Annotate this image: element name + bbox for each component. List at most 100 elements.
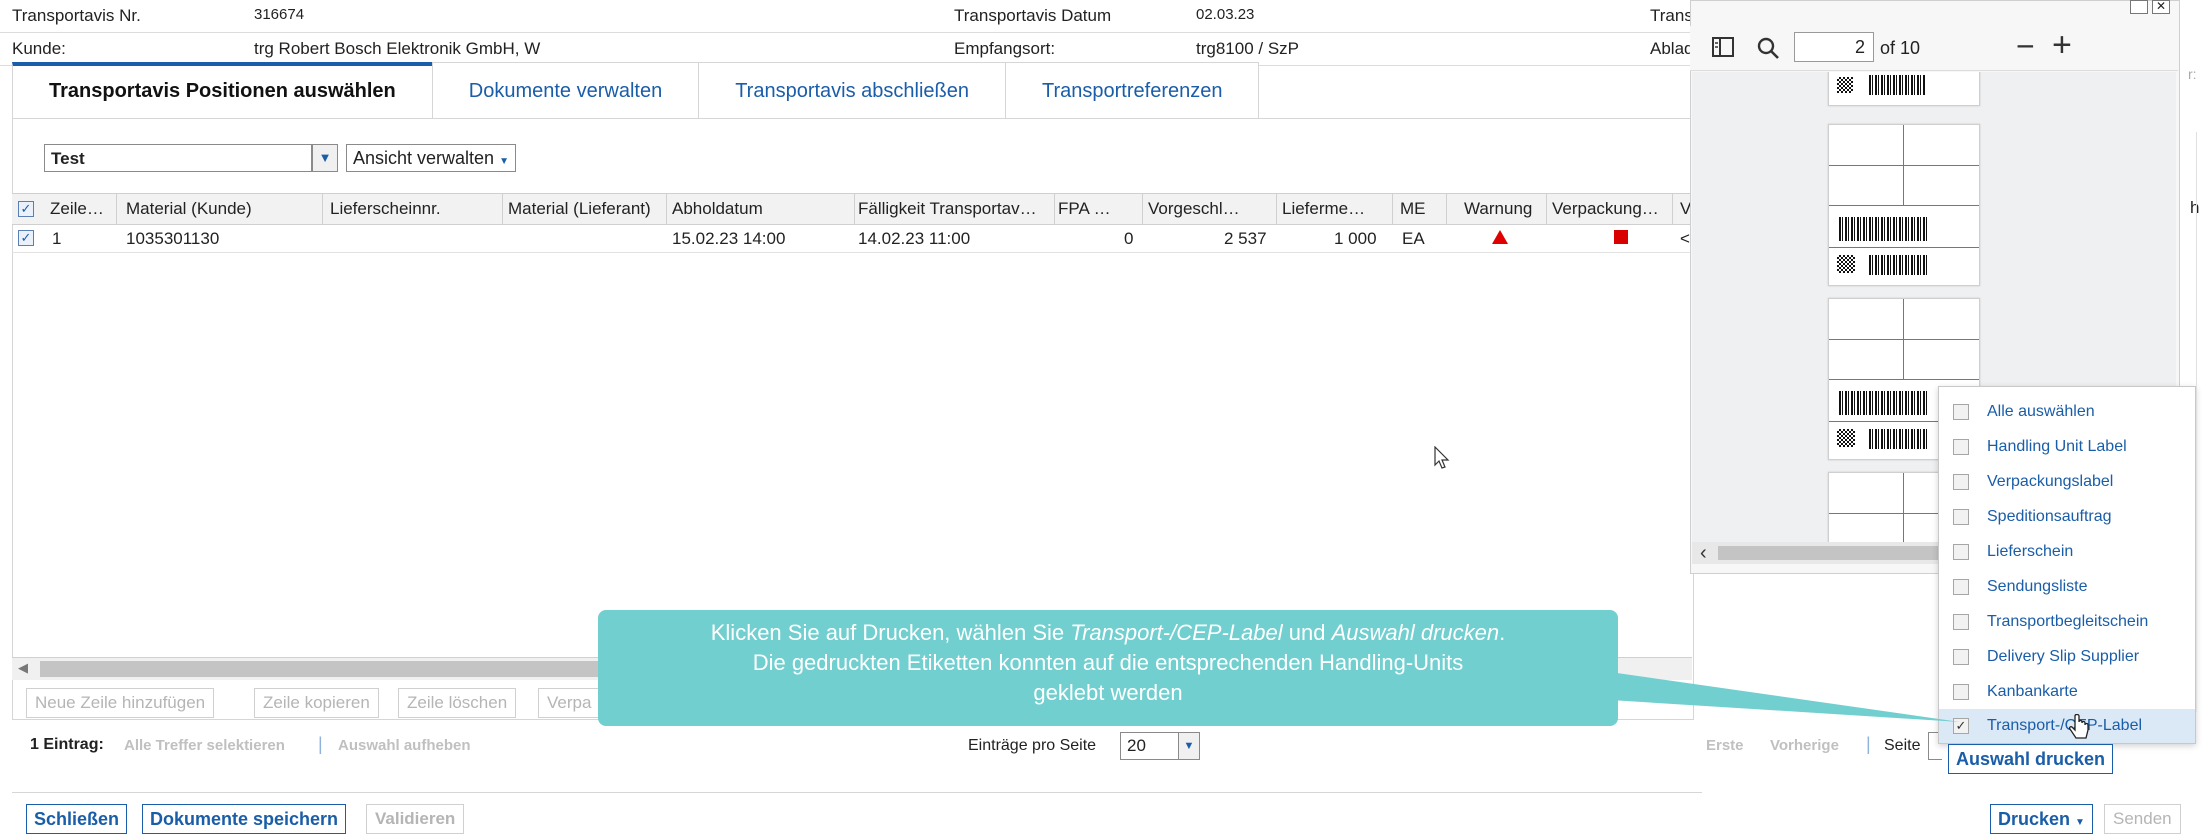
barcode: [1869, 255, 1929, 275]
variant-dropdown-button[interactable]: ▼: [312, 144, 338, 172]
deselect-link[interactable]: Auswahl aufheben: [338, 737, 471, 754]
col-separator: [1446, 194, 1447, 224]
tab-dokumente[interactable]: Dokumente verwalten: [431, 62, 700, 118]
window-close-icon[interactable]: ✕: [2152, 0, 2170, 14]
scroll-left-icon[interactable]: ◀: [18, 660, 28, 676]
col-faelligkeit[interactable]: Fälligkeit Transportav…: [858, 199, 1037, 219]
pdf-toolbar: 2 of 10 − +: [1690, 26, 2178, 71]
callout-pointer: [1610, 672, 1960, 722]
zoom-out-icon[interactable]: −: [2016, 28, 2035, 65]
menu-checkbox[interactable]: [1953, 614, 1969, 630]
menu-checkbox[interactable]: [1953, 509, 1969, 525]
table-header: ✓ Zeile… Material (Kunde) Lieferscheinnr…: [12, 193, 1702, 225]
menu-item-lieferschein[interactable]: Lieferschein: [1939, 535, 2195, 569]
caret-down-icon: ▼: [499, 156, 509, 167]
delete-row-button[interactable]: Zeile löschen: [398, 688, 517, 718]
label-page-thumbnail: [1828, 124, 1980, 286]
menu-checkbox[interactable]: [1953, 439, 1969, 455]
window-maximize-icon[interactable]: [2130, 0, 2148, 14]
print-selection-button[interactable]: Auswahl drucken: [1948, 744, 2114, 774]
right-scrollbar-strip: [2196, 132, 2206, 712]
col-zeile[interactable]: Zeile…: [50, 199, 104, 219]
hand-cursor-icon: [2068, 714, 2089, 739]
col-liefermenge[interactable]: Lieferme…: [1282, 199, 1365, 219]
menu-checkbox[interactable]: [1953, 404, 1969, 420]
scroll-left-icon[interactable]: ‹: [1700, 542, 1707, 565]
barcode: [1869, 429, 1929, 449]
row-checkbox[interactable]: ✓: [18, 230, 34, 246]
view-manage-button[interactable]: Ansicht verwalten ▼: [346, 144, 516, 172]
menu-checkbox[interactable]: [1953, 544, 1969, 560]
col-separator: [666, 194, 667, 224]
col-warnung[interactable]: Warnung: [1464, 199, 1532, 219]
packaging-button[interactable]: Verpa: [538, 688, 601, 718]
menu-item-kanbankarte[interactable]: Kanbankarte: [1939, 675, 2195, 709]
search-icon[interactable]: [1756, 36, 1780, 60]
cell-zeile: 1: [52, 229, 62, 248]
prev-page-link[interactable]: Vorherige: [1770, 737, 1839, 754]
chevron-down-icon: ▼: [1183, 740, 1195, 752]
menu-item-verpackungslabel[interactable]: Verpackungslabel: [1939, 465, 2195, 499]
menu-item-speditionsauftrag[interactable]: Speditionsauftrag: [1939, 500, 2195, 534]
menu-item-transport-cep-label[interactable]: ✓ Transport-/CEP-Label: [1939, 709, 2195, 743]
transportavis-nr-label: Transportavis Nr.: [12, 6, 141, 25]
callout-line-2: Die gedruckten Etiketten konnten auf die…: [752, 650, 1464, 675]
print-options-menu: Alle auswählen Handling Unit Label Verpa…: [1938, 386, 2196, 744]
caret-down-icon: ▼: [2075, 817, 2085, 828]
zoom-in-icon[interactable]: +: [2052, 26, 2072, 65]
col-separator: [1054, 194, 1055, 224]
page-number-input[interactable]: 2: [1794, 32, 1874, 62]
send-button[interactable]: Senden: [2104, 804, 2181, 834]
col-separator: [1392, 194, 1393, 224]
save-documents-button[interactable]: Dokumente speichern: [142, 804, 347, 834]
cell-faelligkeit: 14.02.23 11:00: [858, 229, 971, 248]
col-separator: [1672, 194, 1673, 224]
tab-abschliessen[interactable]: Transportavis abschließen: [698, 62, 1007, 118]
col-me[interactable]: ME: [1400, 199, 1426, 219]
select-all-hits-link[interactable]: Alle Treffer selektieren: [124, 737, 285, 754]
per-page-select[interactable]: 20: [1120, 732, 1180, 760]
col-vorgeschl[interactable]: Vorgeschl…: [1148, 199, 1240, 219]
col-abholdatum[interactable]: Abholdatum: [672, 199, 763, 219]
menu-checkbox[interactable]: [1953, 579, 1969, 595]
callout-line-1: Klicken Sie auf Drucken, wählen Sie Tran…: [710, 620, 1506, 645]
col-separator: [1142, 194, 1143, 224]
sidebar-toggle-icon[interactable]: [1712, 37, 1734, 57]
col-material-kunde[interactable]: Material (Kunde): [126, 199, 252, 219]
per-page-dropdown-button[interactable]: ▼: [1178, 732, 1200, 760]
barcode: [1839, 217, 1929, 241]
transportavis-datum-label: Transportavis Datum: [954, 6, 1112, 25]
label-page-thumbnail: [1828, 72, 1980, 106]
add-row-button[interactable]: Neue Zeile hinzufügen: [26, 688, 215, 718]
print-button[interactable]: Drucken ▼: [1990, 804, 2093, 834]
menu-item-handling-unit-label[interactable]: Handling Unit Label: [1939, 430, 2195, 464]
menu-checkbox[interactable]: [1953, 649, 1969, 665]
scrollbar-thumb[interactable]: [1718, 546, 1958, 560]
table-row[interactable]: ✓ 1 1035301130 15.02.23 14:00 14.02.23 1…: [12, 224, 1702, 253]
col-lieferscheinnr[interactable]: Lieferscheinnr.: [330, 199, 441, 219]
pager-separator: |: [318, 734, 323, 754]
validate-button[interactable]: Validieren: [366, 804, 465, 834]
close-button[interactable]: Schließen: [26, 804, 128, 834]
menu-checkbox[interactable]: [1953, 474, 1969, 490]
qr-code: [1837, 255, 1855, 273]
menu-item-select-all[interactable]: Alle auswählen: [1939, 395, 2195, 429]
cell-me: EA: [1402, 229, 1425, 248]
copy-row-button[interactable]: Zeile kopieren: [254, 688, 379, 718]
packaging-status-icon: [1614, 230, 1628, 244]
col-material-lieferant[interactable]: Material (Lieferant): [508, 199, 651, 219]
menu-item-sendungsliste[interactable]: Sendungsliste: [1939, 570, 2195, 604]
tab-transportreferenzen[interactable]: Transportreferenzen: [1005, 62, 1260, 118]
trans-label: Trans: [1650, 6, 1693, 25]
variant-select[interactable]: Test: [44, 144, 312, 172]
scrollbar-thumb[interactable]: [40, 661, 600, 677]
col-fpa[interactable]: FPA …: [1058, 199, 1111, 219]
first-page-link[interactable]: Erste: [1706, 737, 1744, 754]
tab-positionen[interactable]: Transportavis Positionen auswählen: [12, 62, 433, 118]
col-verpackung[interactable]: Verpackung…: [1552, 199, 1659, 219]
entry-count: 1 Eintrag:: [30, 736, 104, 753]
menu-item-transportbegleitschein[interactable]: Transportbegleitschein: [1939, 605, 2195, 639]
mouse-pointer-icon: [1434, 446, 1450, 469]
select-all-checkbox[interactable]: ✓: [18, 201, 34, 217]
menu-item-delivery-slip-supplier[interactable]: Delivery Slip Supplier: [1939, 640, 2195, 674]
